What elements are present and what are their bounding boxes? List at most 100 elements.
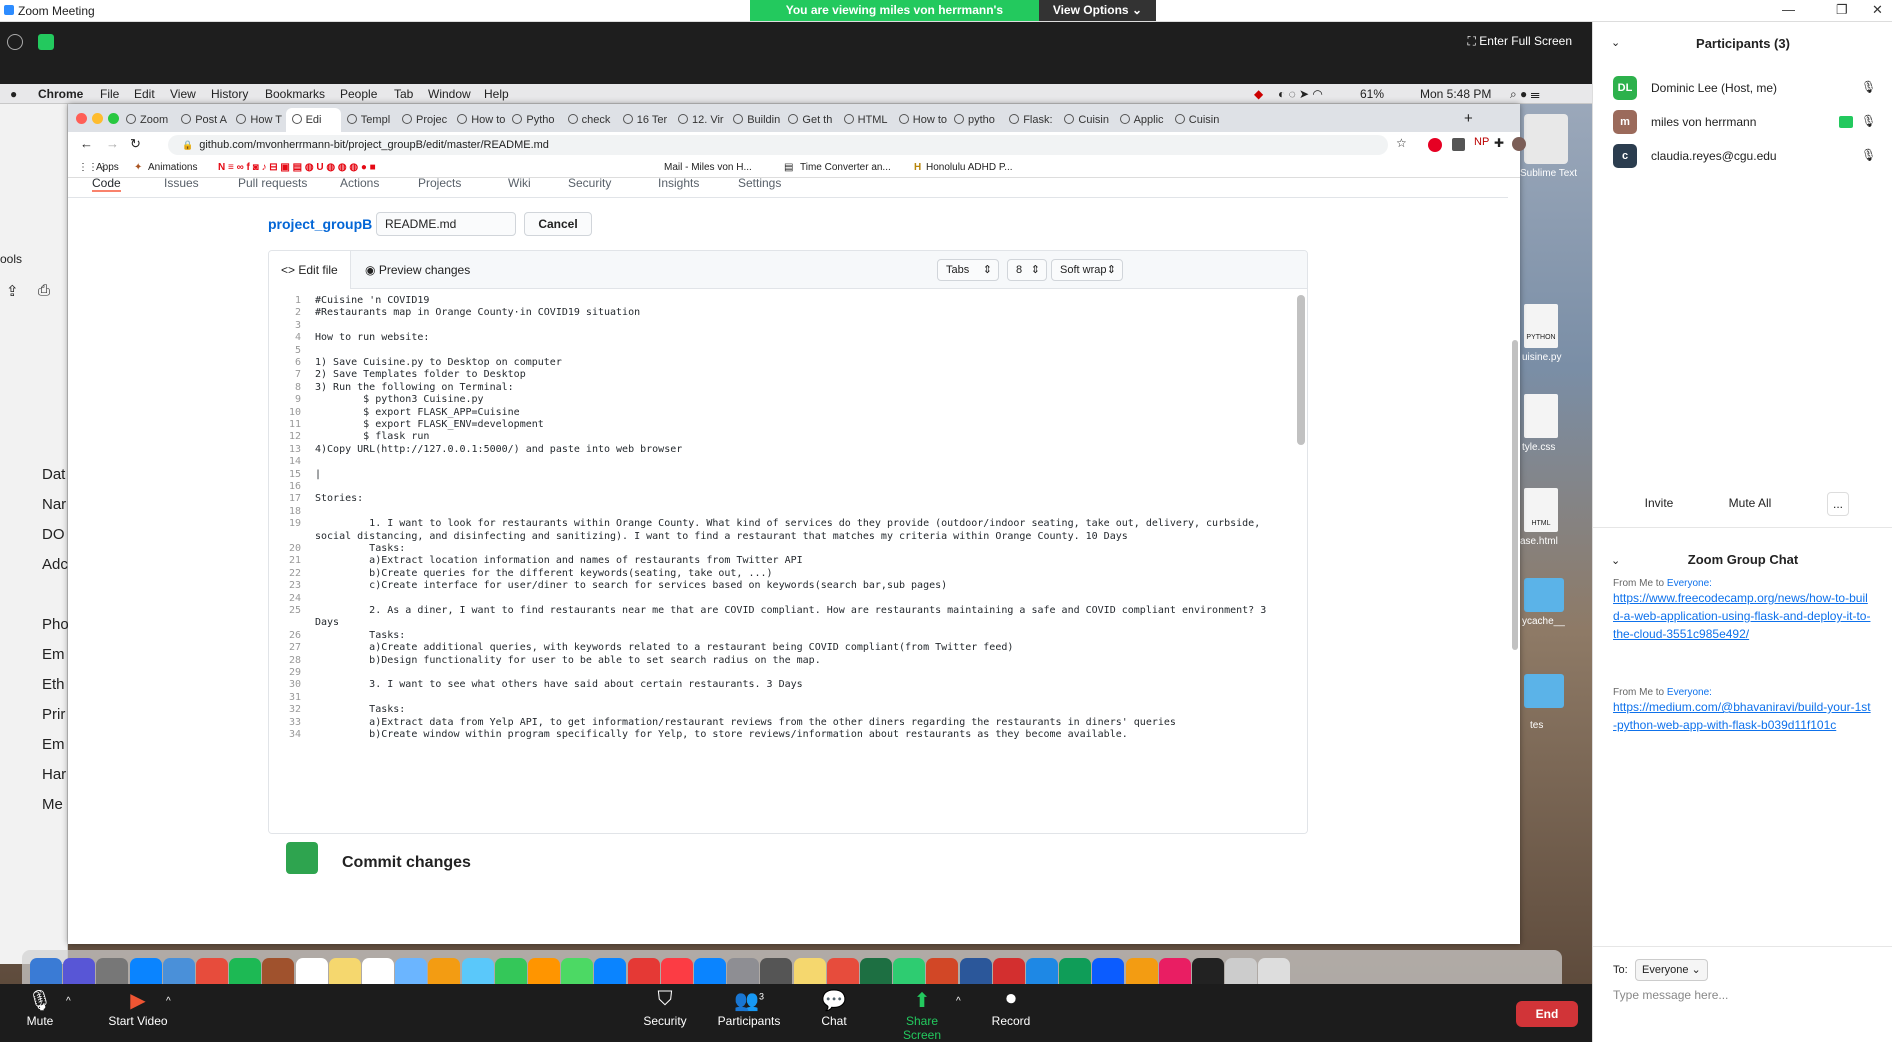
participant-row[interactable]: c claudia.reyes@cgu.edu 🎙 — [1613, 144, 1883, 172]
folder-icon[interactable] — [1524, 578, 1564, 612]
browser-tab[interactable]: Flask: — [1003, 108, 1058, 132]
code-line[interactable]: 2. As a diner, I want to find restaurant… — [315, 605, 1266, 616]
menu-file[interactable]: File — [100, 87, 119, 101]
indent-size-select[interactable]: 8 ⇕ — [1007, 259, 1047, 281]
code-line[interactable]: Stories: — [315, 493, 363, 504]
tab-security[interactable]: Security — [568, 178, 611, 190]
browser-tab[interactable]: Pytho — [506, 108, 561, 132]
mute-button[interactable]: 🎙 Mute — [22, 988, 58, 1028]
security-button[interactable]: ⛉ Security — [640, 988, 690, 1028]
python-icon[interactable] — [760, 958, 793, 984]
sublime-text-icon[interactable] — [1524, 114, 1568, 164]
wrap-mode-select[interactable]: Soft wrap ⇕ — [1051, 259, 1123, 281]
browser-tab[interactable]: Zoom — [120, 108, 175, 132]
bookmark-icon[interactable]: ✦ — [134, 162, 142, 173]
menu-history[interactable]: History — [211, 87, 248, 101]
acrobat-icon[interactable] — [992, 958, 1025, 984]
html-file-icon[interactable]: HTML — [1524, 488, 1558, 532]
code-line[interactable]: 3) Run the following on Terminal: — [315, 382, 514, 393]
word-icon[interactable] — [959, 958, 992, 984]
notes-icon[interactable] — [262, 958, 295, 984]
browser-tab[interactable]: Projec — [396, 108, 451, 132]
status-icon[interactable]: ◆ — [1254, 87, 1263, 101]
back-icon[interactable]: ← — [80, 136, 93, 151]
profile-avatar[interactable] — [1512, 137, 1526, 151]
chat-message-input[interactable]: Type message here... — [1613, 988, 1873, 1008]
video-options-icon[interactable]: ^ — [166, 996, 171, 1007]
extension-icon[interactable] — [1452, 138, 1465, 151]
browser-tab[interactable]: check — [562, 108, 617, 132]
participants-button[interactable]: 👥3 Participants — [716, 988, 782, 1028]
puzzle-icon[interactable]: ✚ — [1494, 136, 1504, 150]
browser-tab[interactable]: pytho — [948, 108, 1003, 132]
chat-link[interactable]: https://medium.com/@bhavaniravi/build-yo… — [1613, 698, 1873, 734]
python-file-icon[interactable]: PYTHON — [1524, 304, 1558, 348]
code-line[interactable]: a)Extract data from Yelp API, to get inf… — [315, 717, 1176, 728]
view-options-button[interactable]: View Options ⌄ — [1038, 0, 1156, 21]
messages-icon[interactable] — [461, 958, 494, 984]
recipient-dropdown[interactable]: Everyone ⌄ — [1635, 959, 1708, 981]
minimize-icon[interactable]: — — [1782, 2, 1795, 17]
upload-icon[interactable]: ⇪ — [6, 282, 19, 300]
app-icon[interactable] — [1158, 958, 1191, 984]
participant-row[interactable]: DL Dominic Lee (Host, me) 🎙 — [1613, 76, 1883, 104]
browser-tab[interactable]: Applic — [1114, 108, 1169, 132]
print-icon[interactable]: ⎙ — [38, 282, 50, 299]
bookmark-animations[interactable]: Animations — [148, 162, 197, 173]
powerpoint-icon[interactable] — [926, 958, 959, 984]
spotlight-icon[interactable]: ⌕ ● ☰ — [1510, 87, 1540, 102]
mute-options-icon[interactable]: ^ — [66, 996, 71, 1007]
browser-tab[interactable]: Cuisin — [1058, 108, 1113, 132]
browser-tab[interactable]: HTML — [838, 108, 893, 132]
code-line[interactable]: 3. I want to see what others have said a… — [315, 679, 803, 690]
code-line[interactable]: a)Extract location information and names… — [315, 555, 803, 566]
tab-insights[interactable]: Insights — [658, 178, 699, 190]
participant-row[interactable]: m miles von herrmann 🎙 — [1613, 110, 1883, 138]
system-preferences-icon[interactable] — [727, 958, 760, 984]
code-line[interactable]: | — [315, 469, 321, 480]
finder-icon[interactable] — [30, 958, 62, 984]
start-video-button[interactable]: ▶ Start Video — [100, 988, 176, 1028]
code-line[interactable]: b)Design functionality for user to be ab… — [315, 655, 821, 666]
code-line[interactable]: 4)Copy URL(http://127.0.0.1:5000/) and p… — [315, 444, 682, 455]
browser-tab[interactable]: How to — [451, 108, 506, 132]
news-icon[interactable] — [627, 958, 660, 984]
code-line[interactable]: Tasks: — [315, 704, 405, 715]
microphone-icon[interactable]: 🎙 — [1861, 80, 1876, 94]
netflix-icon[interactable]: N ≡ ∞ f ◙ ♪ ⊟ ▣ ▤ ◍ U ◍ ◍ ◍ ● ■ — [218, 162, 376, 173]
code-line[interactable]: $ export FLASK_APP=Cuisine — [315, 407, 520, 418]
tab-settings[interactable]: Settings — [738, 178, 781, 190]
reminders-icon[interactable] — [362, 958, 394, 984]
bookmark-mail[interactable]: Mail - Miles von H... — [664, 162, 752, 173]
code-line[interactable]: #Restaurants map in Orange County·in COV… — [315, 307, 640, 318]
notes-icon[interactable] — [793, 958, 826, 984]
tab-issues[interactable]: Issues — [164, 178, 199, 190]
status-icon[interactable]: ◐ ◌ ➤ ◠ — [1278, 87, 1323, 101]
calendar-icon[interactable] — [295, 958, 328, 984]
folder-icon[interactable] — [1524, 674, 1564, 708]
bookmark-honolulu[interactable]: Honolulu ADHD P... — [926, 162, 1013, 173]
browser-tab[interactable]: Cuisin — [1169, 108, 1224, 132]
code-line[interactable]: $ flask run — [315, 431, 429, 442]
menu-bookmarks[interactable]: Bookmarks — [265, 87, 325, 101]
close-window-icon[interactable] — [76, 113, 87, 124]
code-line[interactable]: b)Create queries for the different keywo… — [315, 568, 772, 579]
code-line[interactable]: Tasks: — [315, 543, 405, 554]
share-options-icon[interactable]: ^ — [956, 996, 961, 1007]
reload-icon[interactable]: ↻ — [130, 136, 141, 152]
downloads-icon[interactable] — [1225, 958, 1258, 984]
time-converter-icon[interactable]: ▤ — [784, 162, 793, 173]
minimize-window-icon[interactable] — [92, 113, 103, 124]
end-meeting-button[interactable]: End — [1516, 1001, 1578, 1027]
zoom-icon[interactable] — [1092, 958, 1125, 984]
enter-full-screen-button[interactable]: ⛶ Enter Full Screen — [1468, 34, 1572, 49]
zoom-window-icon[interactable] — [108, 113, 119, 124]
menu-tab[interactable]: Tab — [394, 87, 413, 101]
filename-input[interactable]: README.md — [376, 212, 516, 236]
browser-tab[interactable]: Post A — [175, 108, 230, 132]
code-line[interactable]: social distancing, and disinfecting and … — [315, 531, 1128, 542]
code-line[interactable]: $ python3 Cuisine.py — [315, 394, 483, 405]
battery-percent[interactable]: 61% — [1360, 87, 1384, 101]
shield-icon[interactable] — [38, 34, 54, 50]
photos-icon[interactable] — [428, 958, 461, 984]
